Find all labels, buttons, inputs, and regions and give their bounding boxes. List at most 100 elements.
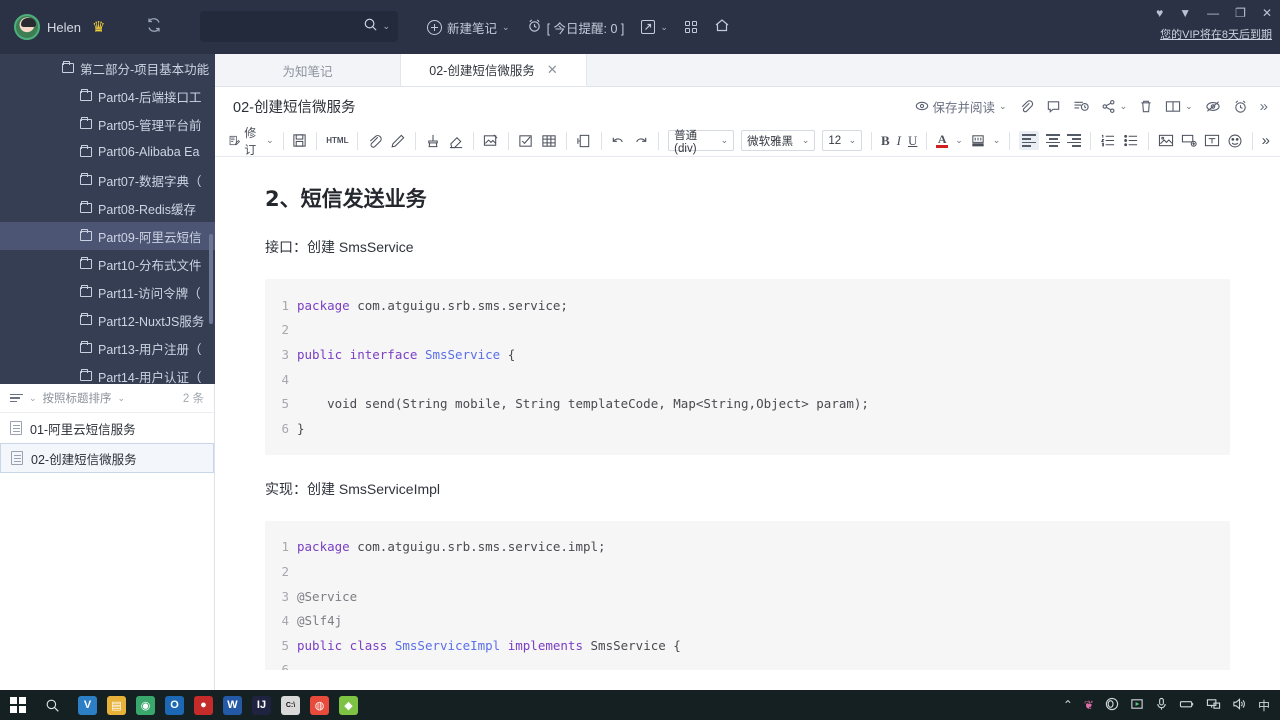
sort-label[interactable]: 按照标题排序 [43, 390, 112, 406]
terminal-icon[interactable]: C:\ [281, 695, 300, 715]
avatar[interactable] [14, 14, 40, 40]
page-icon[interactable] [576, 133, 592, 149]
expand-window-button[interactable]: ⌄ [639, 0, 670, 54]
text-color-icon[interactable]: A [936, 133, 949, 148]
share-icon[interactable]: ⌄ [1101, 99, 1128, 114]
chrome-icon[interactable]: ◍ [310, 695, 329, 715]
tree-item-3[interactable]: Part06-Alibaba Ea [0, 138, 215, 166]
unordered-list-icon[interactable] [1123, 133, 1139, 148]
eraser-icon[interactable] [448, 133, 464, 149]
note-list-item-0[interactable]: 01-阿里云短信服务 [0, 413, 214, 443]
no-distraction-icon[interactable] [1205, 99, 1221, 114]
redo-icon[interactable] [633, 133, 649, 149]
history-icon[interactable] [1073, 99, 1089, 114]
ime-indicator[interactable]: 中 [1258, 697, 1270, 714]
insert-attachment-icon[interactable] [1181, 133, 1197, 148]
tree-item-7[interactable]: Part10-分布式文件 [0, 250, 215, 278]
attachment-icon[interactable] [1019, 99, 1034, 114]
chevron-down-icon[interactable]: ⌄ [721, 135, 729, 146]
more-icon[interactable]: » [1260, 98, 1268, 115]
chevron-down-icon[interactable]: ⌄ [999, 101, 1007, 112]
vscode-icon[interactable]: V [78, 695, 97, 715]
align-left-icon[interactable] [1019, 131, 1040, 150]
tree-item-10[interactable]: Part13-用户注册（ [0, 334, 215, 362]
windows-start-icon[interactable] [8, 696, 27, 715]
word-icon[interactable]: W [223, 695, 242, 715]
chevron-down-icon[interactable]: ⌄ [802, 135, 810, 146]
chevron-down-icon[interactable]: ⌄ [29, 393, 37, 404]
format-brush-icon[interactable] [425, 133, 441, 149]
tree-item-9[interactable]: Part12-NuxtJS服务 [0, 306, 215, 334]
highlight-icon[interactable] [970, 133, 986, 148]
media-player-icon[interactable]: ● [194, 695, 213, 715]
vip-notice[interactable]: 您的VIP将在8天后到期 [1160, 26, 1272, 42]
save-icon[interactable] [292, 133, 307, 148]
collapse-icon[interactable]: ▼ [1179, 6, 1191, 20]
note-list-item-1[interactable]: 02-创建短信微服务 [0, 443, 214, 473]
minimize-button[interactable]: — [1207, 6, 1219, 20]
chevron-down-icon[interactable]: ⌄ [1120, 101, 1128, 112]
chrome-canary-icon[interactable]: ◉ [136, 695, 155, 715]
more-format-icon[interactable]: » [1262, 132, 1270, 149]
tree-scrollbar[interactable] [209, 234, 213, 324]
outlook-icon[interactable]: O [165, 695, 184, 715]
new-note-button[interactable]: 新建笔记 ⌄ [425, 0, 512, 54]
alarm-icon[interactable] [1233, 99, 1248, 114]
sort-icon[interactable] [10, 393, 23, 403]
split-view-icon[interactable]: ⌄ [1165, 99, 1193, 114]
chevron-down-icon[interactable]: ⌄ [1185, 101, 1193, 112]
undo-icon[interactable] [610, 133, 626, 149]
network-icon[interactable] [1206, 697, 1221, 714]
font-size-select[interactable]: 12 ⌄ [822, 130, 863, 151]
tree-item-8[interactable]: Part11-访问令牌（ [0, 278, 215, 306]
insert-textbox-icon[interactable] [1204, 133, 1220, 148]
battery-icon[interactable] [1179, 697, 1195, 714]
delete-icon[interactable] [1139, 99, 1153, 114]
comment-icon[interactable] [1046, 99, 1061, 114]
italic-button[interactable]: I [897, 133, 901, 149]
tree-item-4[interactable]: Part07-数据字典（ [0, 166, 215, 194]
close-button[interactable]: ✕ [1262, 6, 1272, 20]
tree-item-0[interactable]: 第二部分-项目基本功能 [0, 54, 215, 82]
search-dropdown-icon[interactable]: ⌄ [382, 21, 390, 32]
document-content[interactable]: 2、短信发送业务 接口：创建 SmsService 1 package com.a… [215, 157, 1280, 670]
chevron-down-icon[interactable]: ⌄ [266, 135, 274, 146]
tab-0[interactable]: 为知笔记 [215, 54, 401, 86]
html-icon[interactable]: HTML [326, 136, 348, 145]
paragraph-style-select[interactable]: 普通 (div) ⌄ [668, 130, 735, 155]
emoji-icon[interactable] [1227, 133, 1243, 149]
chevron-down-icon[interactable]: ⌄ [993, 135, 1001, 146]
sync-icon[interactable] [145, 16, 163, 39]
document-title[interactable]: 02-创建短信微服务 [233, 96, 355, 117]
tree-item-6[interactable]: Part09-阿里云短信 [0, 222, 215, 250]
tree-item-5[interactable]: Part08-Redis缓存 [0, 194, 215, 222]
tree-item-11[interactable]: Part14-用户认证（ [0, 362, 215, 384]
file-explorer-icon[interactable]: ▤ [107, 695, 126, 715]
align-right-icon[interactable] [1067, 134, 1082, 147]
apps-grid-button[interactable] [683, 0, 699, 54]
obs-icon[interactable] [1105, 697, 1119, 714]
volume-icon[interactable] [1232, 697, 1247, 714]
today-reminder-button[interactable]: [ 今日提醒: 0 ] [525, 0, 627, 54]
search-box[interactable]: ⌄ [200, 11, 398, 42]
maximize-button[interactable]: ❐ [1235, 6, 1246, 20]
tree-item-1[interactable]: Part04-后端接口工 [0, 82, 215, 110]
chevron-down-icon[interactable]: ⌄ [660, 22, 668, 33]
chevron-down-icon[interactable]: ⌄ [849, 135, 857, 146]
revision-button[interactable]: 修订 ⌄ [229, 124, 274, 158]
search-icon[interactable] [43, 696, 62, 715]
read-mode-button[interactable]: 保存并阅读 ⌄ [915, 97, 1007, 116]
search-icon[interactable] [363, 17, 378, 37]
tree-item-2[interactable]: Part05-管理平台前 [0, 110, 215, 138]
pen-icon[interactable] [390, 133, 406, 149]
chevron-down-icon[interactable]: ⌄ [955, 135, 963, 146]
font-family-select[interactable]: 微软雅黑 ⌄ [741, 130, 816, 151]
wiznote-icon[interactable]: ◆ [339, 695, 358, 715]
search-input[interactable] [210, 11, 360, 42]
mic-icon[interactable] [1155, 697, 1168, 714]
chevron-up-icon[interactable]: ⌃ [1063, 698, 1073, 712]
chevron-down-icon[interactable]: ⌄ [502, 22, 510, 33]
checkbox-icon[interactable] [518, 133, 534, 149]
app-icon[interactable]: ❦ [1084, 698, 1094, 712]
table-icon[interactable] [541, 133, 557, 149]
